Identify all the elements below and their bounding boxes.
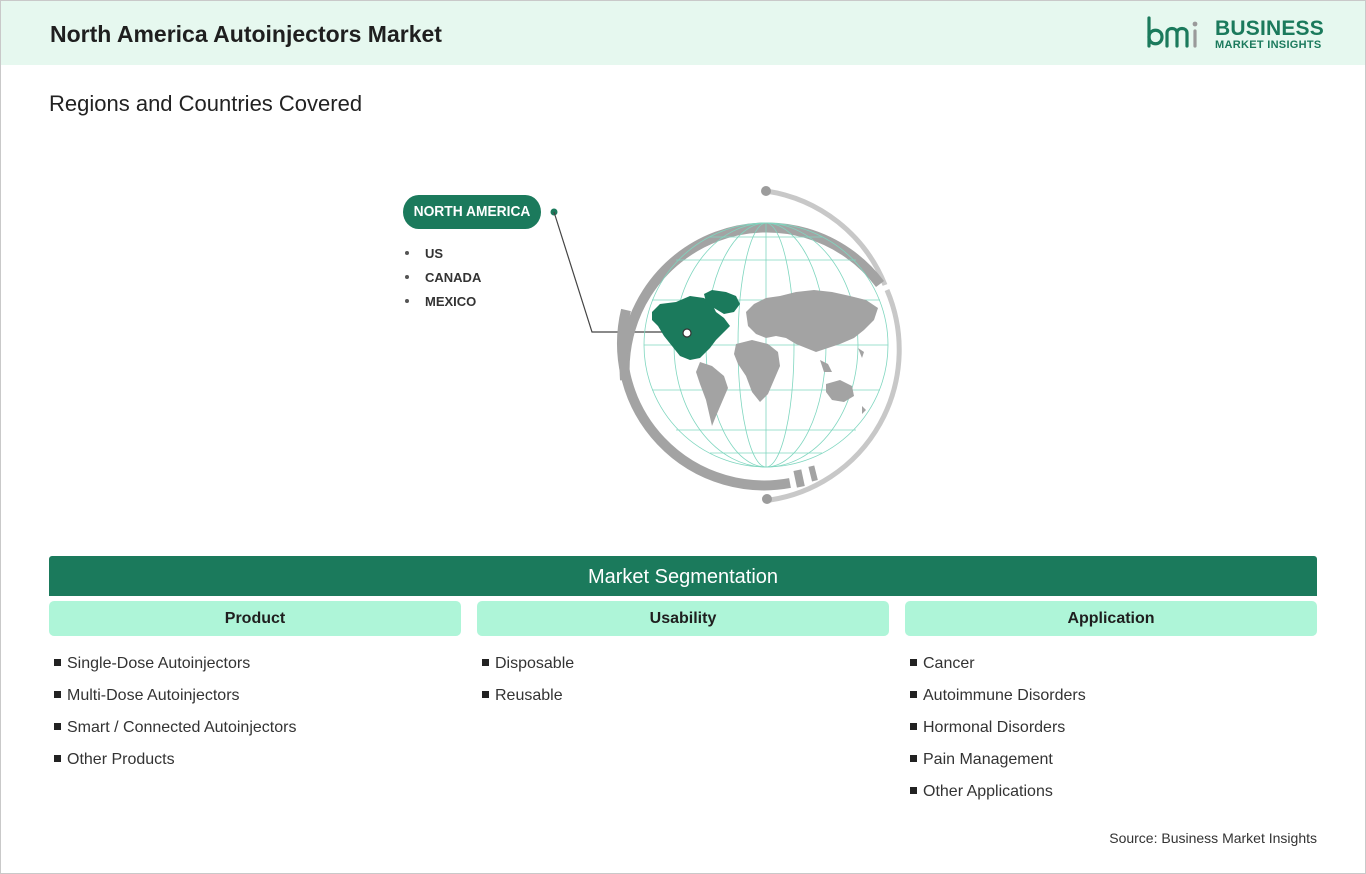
country-item: US bbox=[405, 246, 481, 270]
segment-label: Single-Dose Autoinjectors bbox=[67, 655, 251, 672]
segment-label: Other Products bbox=[67, 751, 175, 768]
africa-shape bbox=[734, 340, 780, 402]
square-bullet-icon bbox=[910, 754, 917, 762]
bullet-icon bbox=[405, 275, 409, 280]
square-bullet-icon bbox=[482, 690, 489, 698]
country-item: CANADA bbox=[405, 270, 481, 294]
segment-label: Smart / Connected Autoinjectors bbox=[67, 719, 297, 736]
usability-column-header: Usability bbox=[477, 601, 889, 636]
header-bar: North America Autoinjectors Market BUSIN… bbox=[1, 1, 1365, 65]
page-title: North America Autoinjectors Market bbox=[50, 21, 442, 47]
list-item: Other Products bbox=[54, 751, 296, 783]
list-item: Reusable bbox=[482, 687, 574, 719]
country-label: US bbox=[425, 246, 444, 261]
australia-shape bbox=[826, 380, 854, 402]
product-segment-list: Single-Dose Autoinjectors Multi-Dose Aut… bbox=[54, 655, 296, 783]
bmi-logo-mark-icon bbox=[1147, 16, 1198, 48]
bullet-icon bbox=[405, 299, 409, 304]
list-item: Cancer bbox=[910, 655, 1086, 687]
segment-label: Disposable bbox=[495, 655, 575, 672]
application-column-header: Application bbox=[905, 601, 1317, 636]
square-bullet-icon bbox=[910, 786, 917, 794]
country-label: CANADA bbox=[425, 270, 482, 285]
list-item: Autoimmune Disorders bbox=[910, 687, 1086, 719]
country-item: MEXICO bbox=[405, 294, 481, 318]
north-america-shape bbox=[652, 290, 740, 360]
country-label: MEXICO bbox=[425, 294, 477, 309]
square-bullet-icon bbox=[54, 754, 61, 762]
product-column-header: Product bbox=[49, 601, 461, 636]
segment-label: Autoimmune Disorders bbox=[923, 687, 1086, 704]
bmi-logo[interactable]: BUSINESS MARKET INSIGHTS bbox=[1145, 15, 1325, 55]
south-america-shape bbox=[696, 362, 728, 426]
regions-section-title: Regions and Countries Covered bbox=[49, 91, 363, 116]
square-bullet-icon bbox=[910, 690, 917, 698]
list-item: Single-Dose Autoinjectors bbox=[54, 655, 296, 687]
square-bullet-icon bbox=[482, 658, 489, 666]
application-segment-list: Cancer Autoimmune Disorders Hormonal Dis… bbox=[910, 655, 1086, 815]
globe-illustration bbox=[550, 186, 902, 504]
list-item: Hormonal Disorders bbox=[910, 719, 1086, 751]
islands-shape bbox=[820, 348, 866, 414]
segment-label: Multi-Dose Autoinjectors bbox=[67, 687, 240, 704]
logo-text-business: BUSINESS bbox=[1215, 17, 1324, 40]
square-bullet-icon bbox=[54, 722, 61, 730]
square-bullet-icon bbox=[910, 658, 917, 666]
usability-segment-list: Disposable Reusable bbox=[482, 655, 574, 719]
market-segmentation-banner: Market Segmentation bbox=[49, 556, 1317, 596]
country-list: US CANADA MEXICO bbox=[405, 246, 481, 318]
list-item: Disposable bbox=[482, 655, 574, 687]
bullet-icon bbox=[405, 251, 409, 256]
list-item: Pain Management bbox=[910, 751, 1086, 783]
segment-label: Cancer bbox=[923, 655, 975, 672]
segment-label: Pain Management bbox=[923, 751, 1053, 768]
square-bullet-icon bbox=[54, 658, 61, 666]
square-bullet-icon bbox=[54, 690, 61, 698]
segment-label: Reusable bbox=[495, 687, 563, 704]
list-item: Smart / Connected Autoinjectors bbox=[54, 719, 296, 751]
list-item: Other Applications bbox=[910, 783, 1086, 815]
segment-label: Hormonal Disorders bbox=[923, 719, 1066, 736]
north-america-pill: NORTH AMERICA bbox=[403, 195, 541, 229]
source-note: Source: Business Market Insights bbox=[1109, 830, 1317, 846]
square-bullet-icon bbox=[910, 722, 917, 730]
segment-label: Other Applications bbox=[923, 783, 1053, 800]
list-item: Multi-Dose Autoinjectors bbox=[54, 687, 296, 719]
logo-text-market-insights: MARKET INSIGHTS bbox=[1215, 39, 1322, 51]
